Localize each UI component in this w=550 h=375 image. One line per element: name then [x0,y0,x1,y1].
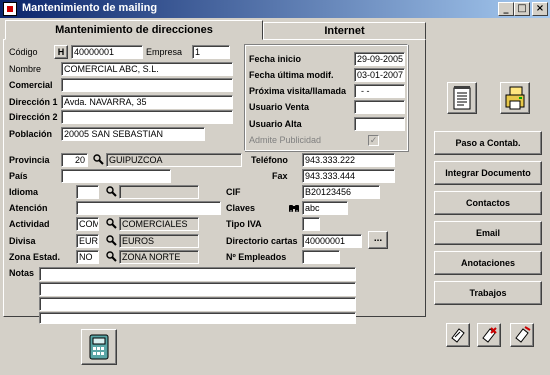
actividad-name-field: COMERCIALES [119,217,199,231]
idioma-name-field [119,185,199,199]
zona-estad-label: Zona Estad. [9,252,61,262]
notas-label: Notas [9,268,35,278]
usuario-venta-field[interactable] [354,100,405,114]
binoculars-icon[interactable] [288,202,300,214]
record-tag-button[interactable] [446,323,470,347]
zona-name-field: ZONA NORTE [119,250,199,264]
fecha-inicio-field[interactable]: 29-09-2005 [354,52,405,66]
email-button[interactable]: Email [434,221,542,245]
window-title: Mantenimiento de mailing [22,2,158,14]
provincia-label: Provincia [9,155,50,165]
contactos-button[interactable]: Contactos [434,191,542,215]
tag-icon [451,328,465,343]
fecha-inicio-label: Fecha inicio [249,54,302,64]
empresa-field[interactable]: 1 [192,45,230,59]
tab-mantenimiento-direcciones[interactable]: Mantenimiento de direcciones [5,20,263,40]
idioma-code-field[interactable] [76,185,99,199]
notepad-button[interactable] [447,82,477,114]
nombre-field[interactable]: COMERCIAL ABC, S.L. [61,62,233,76]
app-icon [3,2,17,16]
provincia-name-field: GUIPUZCOA [106,153,242,167]
notas-line-2[interactable] [39,282,356,296]
pais-field[interactable] [61,169,171,183]
pais-label: País [9,171,28,181]
atencion-field[interactable] [76,201,221,215]
admite-publicidad-checkbox[interactable]: ✓ [368,135,379,146]
record-delete-button[interactable] [477,323,501,347]
idioma-label: Idioma [9,187,39,197]
phone-button[interactable] [81,329,117,365]
direccion2-field[interactable] [61,110,233,124]
close-button[interactable]: × [532,2,548,16]
printer-icon [505,86,525,110]
actividad-label: Actividad [9,219,50,229]
actividad-code-field[interactable]: COM [76,217,99,231]
zona-code-field[interactable]: NO [76,250,99,264]
codigo-field[interactable]: 40000001 [71,45,143,59]
idioma-search-icon[interactable] [104,185,118,199]
cif-field[interactable]: B20123456 [302,185,380,199]
fax-field[interactable]: 943.333.444 [302,169,395,183]
telefono-field[interactable]: 943.333.222 [302,153,395,167]
divisa-search-icon[interactable] [104,234,118,248]
telefono-label: Teléfono [251,155,288,165]
tab-internet[interactable]: Internet [263,22,426,40]
direccion2-label: Dirección 2 [9,112,58,122]
num-empleados-field[interactable] [302,250,340,264]
fax-label: Fax [272,171,288,181]
integrar-documento-button[interactable]: Integrar Documento [434,161,542,185]
browse-directory-button[interactable]: ... [368,231,388,249]
record-undo-button[interactable] [510,323,534,347]
provincia-code-field[interactable]: 20 [61,153,88,167]
admite-publicidad-label: Admite Publicidad [249,135,322,145]
notas-line-1[interactable] [39,267,356,281]
paso-a-contab-button[interactable]: Paso a Contab. [434,131,542,155]
provincia-search-icon[interactable] [91,153,105,167]
claves-label: Claves [226,203,256,213]
usuario-alta-label: Usuario Alta [249,119,302,129]
cif-label: CIF [226,187,241,197]
directorio-cartas-label: Directorio cartas [226,236,298,246]
divisa-label: Divisa [9,236,36,246]
notepad-icon [453,86,471,110]
title-bar: Mantenimiento de mailing _ □ × [0,0,550,18]
zona-search-icon[interactable] [104,250,118,264]
usuario-venta-label: Usuario Venta [249,102,310,112]
proxima-visita-label: Próxima visita/llamada [249,86,347,96]
nombre-label: Nombre [9,64,42,74]
fecha-ultima-label: Fecha última modif. [249,70,334,80]
comercial-label: Comercial [9,80,53,90]
direccion1-label: Dirección 1 [9,97,58,107]
notas-line-3[interactable] [39,297,356,311]
claves-field[interactable]: abc [302,201,348,215]
tipo-iva-label: Tipo IVA [226,219,262,229]
anotaciones-button[interactable]: Anotaciones [434,251,542,275]
tag-edit-icon [515,326,531,343]
usuario-alta-field[interactable] [354,117,405,131]
comercial-field[interactable] [61,78,233,92]
direccion1-field[interactable]: Avda. NAVARRA, 35 [61,95,233,109]
divisa-code-field[interactable]: EUR [76,234,99,248]
poblacion-label: Población [9,129,53,139]
trabajos-button[interactable]: Trabajos [434,281,542,305]
num-empleados-label: Nº Empleados [226,252,287,262]
actividad-search-icon[interactable] [104,217,118,231]
proxima-visita-field[interactable]: - - [354,84,405,98]
notas-line-4[interactable] [39,312,356,324]
directorio-cartas-field[interactable]: 40000001 [302,234,362,248]
codigo-label: Código [9,47,38,57]
maximize-button[interactable]: □ [514,2,530,16]
tipo-iva-field[interactable] [302,217,320,231]
empresa-label: Empresa [146,47,183,57]
divisa-name-field: EUROS [119,234,199,248]
minimize-button[interactable]: _ [498,2,514,16]
poblacion-field[interactable]: 20005 SAN SEBASTIAN [61,127,205,141]
print-button[interactable] [500,82,530,114]
atencion-label: Atención [9,203,48,213]
tag-delete-icon [482,327,497,343]
h-button[interactable]: H [54,45,68,59]
fecha-ultima-field[interactable]: 03-01-2007 [354,68,405,82]
phone-icon [89,334,109,360]
